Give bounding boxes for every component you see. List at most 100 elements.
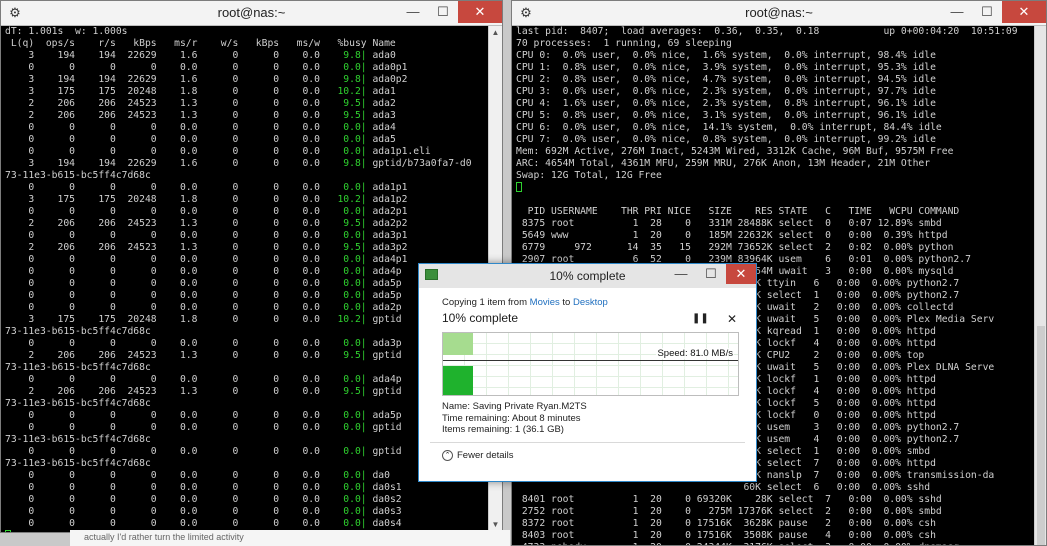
busy-percent: 0.0| [325, 482, 367, 493]
graph-grid-cell [641, 366, 663, 377]
dialog-close-button[interactable]: ✕ [726, 264, 756, 284]
gstat-line: 0 0 0 0 0.0 0 0 0.0 0.0| ada5 [5, 134, 396, 145]
left-close-button[interactable]: ✕ [458, 1, 502, 23]
right-minimize-button[interactable]: — [942, 1, 972, 23]
right-close-button[interactable]: ✕ [1002, 1, 1046, 23]
gstat-line: 0 0 0 0 0.0 0 0 0.0 0.0| ada4 [5, 122, 396, 133]
busy-percent: 0.0| [325, 374, 367, 385]
device-name: ada0p1 [366, 62, 408, 73]
top-line: 8403 root 1 20 0 17516K 3508K pause 4 0:… [516, 530, 936, 541]
graph-grid-cell [685, 366, 707, 377]
busy-percent: 9.5| [325, 386, 367, 397]
top-line: 6779 972 14 35 15 292M 73652K select 2 0… [516, 242, 954, 253]
destination-folder-link[interactable]: Desktop [573, 297, 608, 308]
graph-grid-cell [729, 377, 738, 388]
gstat-line: 2 206 206 24523 1.3 0 0 0.0 9.5| ada3p2 [5, 242, 408, 253]
gstat-line: 0 0 0 0 0.0 0 0 0.0 0.0| ada1p1 [5, 182, 408, 193]
top-line: 70 processes: 1 running, 69 sleeping [516, 38, 732, 49]
graph-grid-cell [509, 333, 531, 344]
busy-percent: 9.8| [325, 74, 367, 85]
dialog-minimize-button[interactable]: — [666, 264, 696, 284]
busy-percent: 9.8| [325, 158, 367, 169]
graph-grid-cell [619, 366, 641, 377]
graph-grid-cell [509, 388, 531, 395]
right-scrollbar-thumb[interactable] [1037, 326, 1045, 545]
scroll-up-arrow-icon[interactable]: ▲ [489, 26, 502, 40]
top-line: CPU 0: 0.0% user, 0.0% nice, 1.6% system… [516, 50, 936, 61]
graph-grid-cell [641, 388, 663, 395]
busy-percent: 0.0| [325, 518, 367, 529]
gstat-line: 3 175 175 20248 1.8 0 0 0.0 10.2| ada1p2 [5, 194, 408, 205]
cancel-copy-icon[interactable]: ✕ [725, 312, 739, 326]
graph-grid-cell [597, 333, 619, 344]
graph-grid-cell [663, 366, 685, 377]
device-name: ada4p [366, 266, 402, 277]
gstat-line: 0 0 0 0 0.0 0 0 0.0 0.0| ada0p1 [5, 62, 408, 73]
gstat-line: dT: 1.001s w: 1.000s [5, 26, 128, 37]
busy-percent: 0.0| [325, 422, 367, 433]
top-line: CPU 7: 0.0% user, 0.0% nice, 0.8% system… [516, 134, 936, 145]
top-line: Swap: 12G Total, 12G Free [516, 170, 662, 181]
device-name: gptid [366, 422, 402, 433]
gstat-line: 3 194 194 22629 1.6 0 0 0.0 9.8| ada0 [5, 50, 396, 61]
left-maximize-button[interactable]: ☐ [428, 1, 458, 23]
gstat-line: 0 0 0 0 0.0 0 0 0.0 0.0| da0 [5, 470, 390, 481]
left-minimize-button[interactable]: — [398, 1, 428, 23]
copy-progress-dialog[interactable]: 10% complete — ☐ ✕ Copying 1 item from M… [418, 263, 757, 482]
gstat-line: 2 206 206 24523 1.3 0 0 0.0 9.5| ada3 [5, 110, 396, 121]
graph-grid-cell [641, 377, 663, 388]
chevron-up-icon: ⌃ [442, 450, 453, 461]
speed-line [443, 360, 738, 361]
left-window-titlebar[interactable]: ⚙ root@nas:~ — ☐ ✕ [1, 1, 502, 26]
graph-grid-cell [619, 377, 641, 388]
gstat-line: L(q) ops/s r/s kBps ms/r w/s kBps ms/w %… [5, 38, 396, 49]
graph-grid-cell [619, 388, 641, 395]
graph-grid-cell [619, 344, 641, 355]
device-name: gptid [366, 350, 402, 361]
graph-grid-cell [663, 377, 685, 388]
right-scrollbar[interactable] [1034, 26, 1046, 545]
graph-grid-cell [641, 333, 663, 344]
device-name: ada4 [366, 122, 396, 133]
gstat-line: 73-11e3-b615-bc5ff4c7d68c [5, 170, 151, 181]
right-window-titlebar[interactable]: ⚙ root@nas:~ — ☐ ✕ [512, 1, 1046, 26]
dialog-maximize-button[interactable]: ☐ [696, 264, 726, 284]
graph-grid-cell [487, 366, 509, 377]
progress-fill-upper [443, 333, 473, 355]
graph-grid-cell [729, 333, 738, 344]
device-name: ada2 [366, 98, 396, 109]
busy-percent: 0.0| [325, 266, 367, 277]
terminal-cursor [5, 530, 11, 532]
gstat-line: 0 0 0 0 0.0 0 0 0.0 0.0| ada4p [5, 266, 402, 277]
top-line: 5649 www 1 20 0 185M 22632K select 0 0:0… [516, 230, 948, 241]
device-name: ada1p1 [366, 182, 408, 193]
graph-grid-cell [575, 377, 597, 388]
fewer-details-button[interactable]: ⌃ Fewer details [442, 450, 514, 461]
gstat-line: 0 0 0 0 0.0 0 0 0.0 0.0| ada2p1 [5, 206, 408, 217]
graph-grid-cell [707, 333, 729, 344]
device-name: ada5 [366, 134, 396, 145]
top-line: 8372 root 1 20 0 17516K 3628K pause 2 0:… [516, 518, 936, 529]
source-folder-link[interactable]: Movies [530, 297, 560, 308]
graph-grid-cell [707, 366, 729, 377]
busy-percent: 0.0| [325, 278, 367, 289]
right-maximize-button[interactable]: ☐ [972, 1, 1002, 23]
top-line: 2752 root 1 20 0 275M 17376K select 2 0:… [516, 506, 942, 517]
gstat-line: 3 194 194 22629 1.6 0 0 0.0 9.8| ada0p2 [5, 74, 408, 85]
device-name: ada3 [366, 110, 396, 121]
terminal-cursor [516, 182, 522, 192]
top-line: Mem: 692M Active, 276M Inact, 5243M Wire… [516, 146, 954, 157]
device-name: ada5p [366, 290, 402, 301]
top-line: CPU 6: 0.0% user, 0.0% nice, 14.1% syste… [516, 122, 942, 133]
top-line: CPU 1: 0.8% user, 0.0% nice, 3.9% system… [516, 62, 936, 73]
busy-percent: 0.0| [325, 122, 367, 133]
gstat-line: 0 0 0 0 0.0 0 0 0.0 0.0| gptid [5, 446, 402, 457]
busy-percent: 0.0| [325, 230, 367, 241]
gstat-terminal-output[interactable]: dT: 1.001s w: 1.000s L(q) ops/s r/s kBps… [5, 26, 488, 532]
background-text-strip: actually I'd rather turn the limited act… [70, 530, 510, 546]
graph-grid-cell [663, 388, 685, 395]
pause-icon[interactable]: ❚❚ [692, 312, 709, 326]
dialog-titlebar[interactable]: 10% complete — ☐ ✕ [419, 264, 756, 288]
busy-percent: 0.0| [325, 206, 367, 217]
top-line: PID USERNAME THR PRI NICE SIZE RES STATE… [516, 206, 960, 217]
